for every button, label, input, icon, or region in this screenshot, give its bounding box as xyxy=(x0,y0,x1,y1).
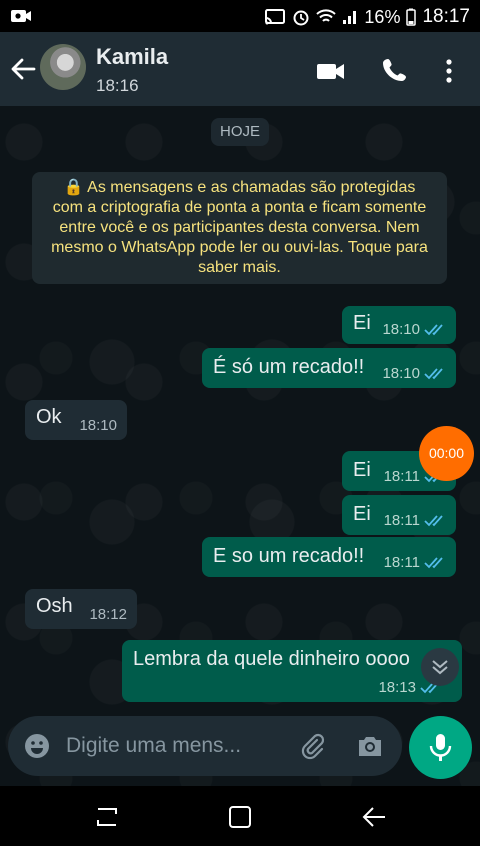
encryption-line: com a criptografia de ponta a ponta e fi… xyxy=(52,199,427,216)
message-outgoing[interactable]: Ei 18:11 xyxy=(342,495,456,535)
double-check-icon xyxy=(424,324,443,336)
home-icon[interactable] xyxy=(227,804,253,830)
message-time: 18:13 xyxy=(378,679,416,696)
voice-call-icon[interactable] xyxy=(380,56,410,86)
signal-icon xyxy=(343,11,357,24)
more-options-icon[interactable] xyxy=(434,56,464,86)
message-text: Ei xyxy=(353,459,371,481)
message-text: Ei xyxy=(353,503,371,525)
clock: 18:17 xyxy=(422,6,470,27)
message-meta: 18:10 xyxy=(79,417,117,434)
message-outgoing[interactable]: Ei 18:10 xyxy=(342,306,456,344)
scroll-down-button[interactable] xyxy=(421,648,459,686)
encryption-line: 🔒 As mensagens e as chamadas são protegi… xyxy=(63,179,416,196)
double-check-icon xyxy=(424,557,443,569)
chat-header: Kamila 18:16 xyxy=(0,32,480,106)
back-arrow-icon[interactable] xyxy=(10,56,36,82)
double-check-icon xyxy=(424,368,443,380)
cast-icon xyxy=(265,9,286,25)
date-chip: HOJE xyxy=(211,118,269,146)
message-meta: 18:10 xyxy=(382,365,446,382)
message-incoming[interactable]: Osh 18:12 xyxy=(25,589,137,629)
status-bar: 16% 18:17 xyxy=(0,0,480,32)
message-text: E so um recado!! xyxy=(213,545,365,567)
video-call-icon[interactable] xyxy=(316,56,346,86)
avatar[interactable] xyxy=(40,44,86,90)
encryption-line: mesmo o WhatsApp pode ler ou ouvi-las. T… xyxy=(51,239,428,256)
emoji-icon[interactable] xyxy=(24,733,50,759)
microphone-icon xyxy=(429,734,452,761)
double-check-icon xyxy=(424,515,443,527)
message-outgoing[interactable]: Lembra da quele dinheiro oooo 18:13 xyxy=(122,640,462,702)
contact-name[interactable]: Kamila xyxy=(96,44,168,70)
message-time: 18:11 xyxy=(383,512,420,529)
message-time: 18:10 xyxy=(79,417,117,434)
message-text: Lembra da quele dinheiro oooo xyxy=(133,648,410,670)
message-text: É só um recado!! xyxy=(213,356,365,378)
message-text: Ok xyxy=(36,406,62,428)
message-incoming[interactable]: Ok 18:10 xyxy=(25,400,127,440)
recent-apps-icon[interactable] xyxy=(94,804,120,830)
message-time: 18:11 xyxy=(383,468,420,485)
message-time: 18:11 xyxy=(383,554,420,571)
recording-timer-bubble[interactable]: 00:00 xyxy=(419,426,474,481)
status-icons: 16% 18:17 xyxy=(264,5,470,29)
message-meta: 18:11 xyxy=(384,512,446,529)
message-text: Osh xyxy=(36,595,73,617)
message-input-bar[interactable]: Digite uma mens... xyxy=(8,716,402,776)
message-meta: 18:12 xyxy=(89,606,127,623)
encryption-line: entre você e os participantes desta conv… xyxy=(59,219,420,236)
message-outgoing[interactable]: É só um recado!! 18:10 xyxy=(202,348,456,388)
last-seen: 18:16 xyxy=(96,76,139,95)
battery-icon xyxy=(406,8,417,26)
message-input-placeholder[interactable]: Digite uma mens... xyxy=(66,734,241,758)
encryption-line: saber mais. xyxy=(198,259,281,276)
back-nav-icon[interactable] xyxy=(361,804,387,830)
encryption-notice[interactable]: 🔒 As mensagens e as chamadas são protegi… xyxy=(32,172,447,284)
alarm-icon xyxy=(293,10,309,26)
message-outgoing[interactable]: E so um recado!! 18:11 xyxy=(202,537,456,577)
message-time: 18:12 xyxy=(89,606,127,623)
voice-record-button[interactable] xyxy=(409,716,472,779)
message-time: 18:10 xyxy=(382,365,420,382)
camera-icon[interactable] xyxy=(356,732,384,760)
wifi-icon xyxy=(316,9,337,22)
message-time: 18:10 xyxy=(382,321,420,338)
screen-record-icon xyxy=(11,10,31,22)
system-nav-bar xyxy=(0,786,480,846)
attach-icon[interactable] xyxy=(297,731,327,761)
message-meta: 18:11 xyxy=(384,554,446,571)
message-meta: 18:10 xyxy=(382,321,446,338)
chat-area[interactable]: HOJE 🔒 As mensagens e as chamadas são pr… xyxy=(0,106,480,786)
battery-percent: 16% xyxy=(364,6,401,27)
message-text: Ei xyxy=(353,312,371,334)
chevron-double-down-icon xyxy=(432,660,448,675)
